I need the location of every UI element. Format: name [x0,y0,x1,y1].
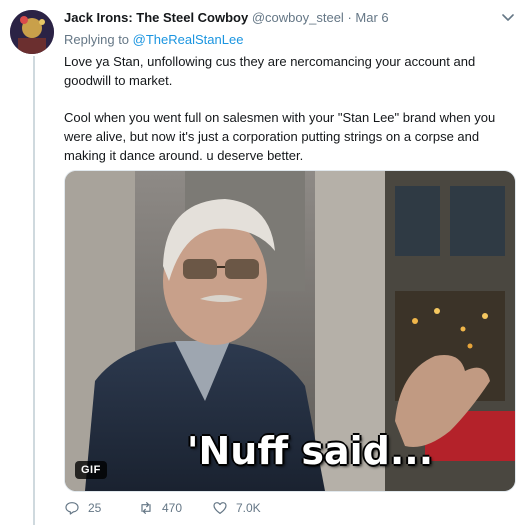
gif-media[interactable]: 'Nuff said... GIF [64,170,516,492]
replying-to-mention[interactable]: @TheRealStanLee [133,32,244,47]
tweet-header: Jack Irons: The Steel Cowboy @cowboy_ste… [64,10,501,26]
retweet-count: 470 [162,501,183,515]
tweet-text: Love ya Stan, unfollowing cus they are n… [64,52,504,165]
like-button[interactable]: 7.0K [212,500,292,516]
avatar[interactable] [10,10,54,54]
reply-button[interactable]: 25 [64,500,138,516]
tweet-paragraph: Love ya Stan, unfollowing cus they are n… [64,54,476,88]
heart-icon [213,502,227,514]
gif-badge: GIF [75,461,107,479]
thread-line [33,56,35,525]
like-count: 7.0K [236,501,261,515]
replying-prefix: Replying to [64,32,130,47]
retweet-button[interactable]: 470 [138,500,212,516]
separator: · [347,10,352,25]
tweet-paragraph: Cool when you went full on salesmen with… [64,110,496,163]
retweet-icon [141,502,151,514]
reply-count: 25 [88,501,102,515]
gif-caption: 'Nuff said... [186,429,434,473]
author-name[interactable]: Jack Irons: The Steel Cowboy [64,10,248,25]
replying-to-line: Replying to @TheRealStanLee [64,32,243,47]
tweet-actions: 25 470 7.0K [64,500,292,516]
tweet-date[interactable]: Mar 6 [355,10,388,25]
reply-icon [65,502,79,515]
chevron-down-icon[interactable] [501,10,515,24]
author-handle[interactable]: @cowboy_steel [252,10,344,25]
